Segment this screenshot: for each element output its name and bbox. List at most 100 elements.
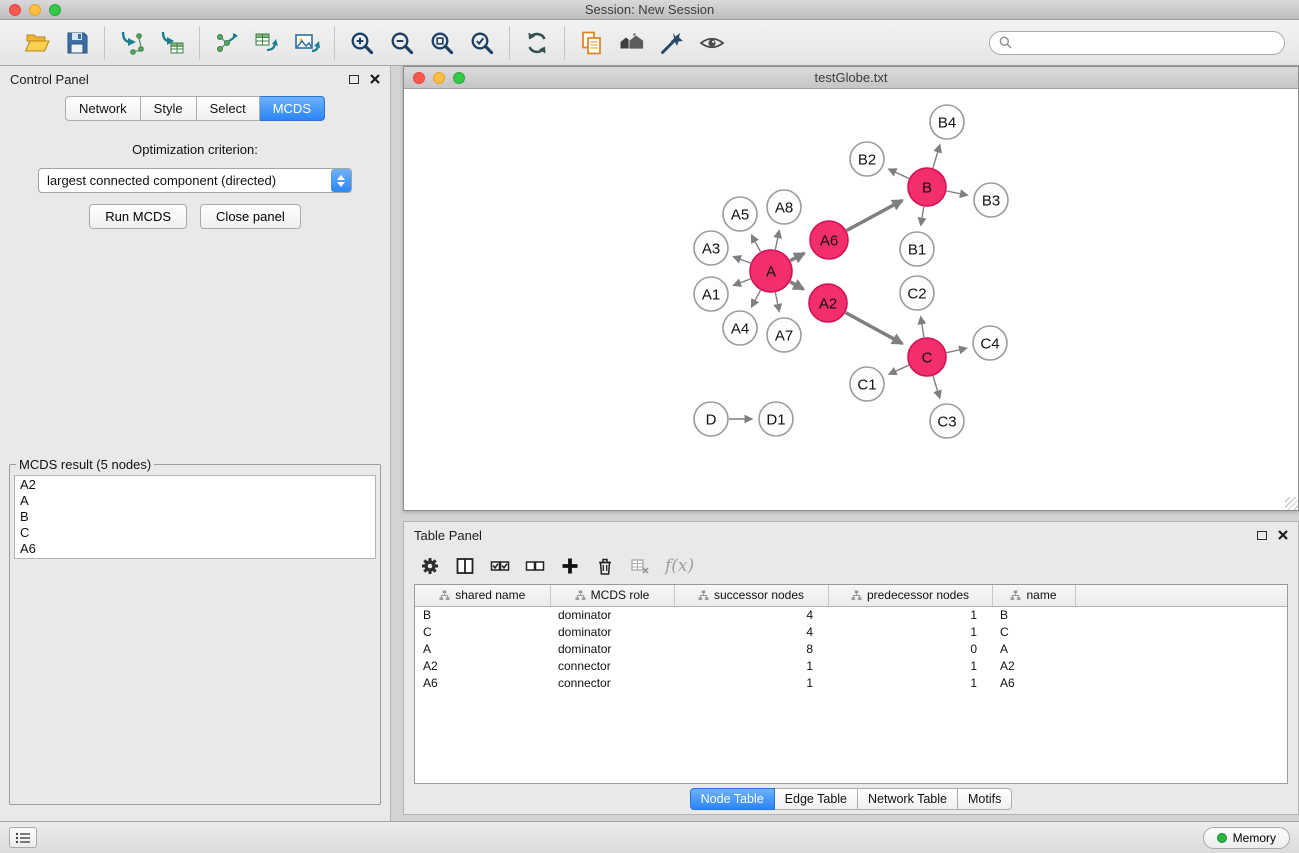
- node-C3[interactable]: C3: [930, 404, 964, 438]
- save-session-button[interactable]: [61, 27, 93, 59]
- table-cell[interactable]: 1: [828, 606, 992, 623]
- node-C[interactable]: C: [908, 338, 946, 376]
- edge-A-A7[interactable]: [775, 293, 779, 312]
- table-cell[interactable]: A6: [992, 674, 1075, 691]
- edge-B-B1[interactable]: [921, 207, 924, 226]
- edge-A-A2[interactable]: [790, 282, 803, 290]
- table-cell[interactable]: 1: [674, 674, 828, 691]
- column-visibility-button[interactable]: [455, 556, 475, 576]
- zoom-fit-button[interactable]: [426, 27, 458, 59]
- table-cell[interactable]: 1: [828, 623, 992, 640]
- deselect-all-button[interactable]: [525, 556, 545, 576]
- node-C4[interactable]: C4: [973, 326, 1007, 360]
- float-table-panel-icon[interactable]: [1257, 531, 1267, 540]
- tab-motifs[interactable]: Motifs: [958, 788, 1012, 810]
- result-item[interactable]: A: [20, 493, 370, 509]
- column-header-shared-name[interactable]: shared name: [415, 585, 550, 606]
- table-cell[interactable]: connector: [550, 674, 674, 691]
- optimization-criterion-dropdown[interactable]: largest connected component (directed): [38, 168, 352, 193]
- table-cell[interactable]: A: [992, 640, 1075, 657]
- table-row[interactable]: Adominator80A: [415, 640, 1287, 657]
- table-cell[interactable]: A6: [415, 674, 550, 691]
- edge-A-A8[interactable]: [775, 231, 779, 250]
- mcds-result-list[interactable]: A2ABCA6: [14, 475, 376, 559]
- edge-C-C3[interactable]: [933, 376, 940, 398]
- minimize-window-icon[interactable]: [29, 4, 41, 16]
- zoom-network-icon[interactable]: [453, 72, 465, 84]
- node-D1[interactable]: D1: [759, 402, 793, 436]
- table-cell[interactable]: A2: [992, 657, 1075, 674]
- edge-A-A4[interactable]: [752, 290, 761, 307]
- node-C1[interactable]: C1: [850, 367, 884, 401]
- table-cell[interactable]: dominator: [550, 623, 674, 640]
- add-row-button[interactable]: [560, 556, 580, 576]
- table-row[interactable]: A6connector11A6: [415, 674, 1287, 691]
- edge-C-C1[interactable]: [889, 365, 909, 374]
- edge-C-C2[interactable]: [921, 317, 924, 338]
- export-table-button[interactable]: [251, 27, 283, 59]
- table-cell[interactable]: C: [992, 623, 1075, 640]
- node-B1[interactable]: B1: [900, 232, 934, 266]
- open-session-button[interactable]: [21, 27, 53, 59]
- table-settings-button[interactable]: [420, 556, 440, 576]
- select-all-button[interactable]: [490, 556, 510, 576]
- minimize-network-icon[interactable]: [433, 72, 445, 84]
- tab-network[interactable]: Network: [65, 96, 141, 121]
- function-builder-label[interactable]: f(x): [665, 556, 694, 576]
- node-A1[interactable]: A1: [694, 277, 728, 311]
- tab-network-table[interactable]: Network Table: [858, 788, 958, 810]
- table-cell[interactable]: A: [415, 640, 550, 657]
- close-table-panel-icon[interactable]: [1278, 530, 1288, 540]
- column-header-name[interactable]: name: [992, 585, 1075, 606]
- search-input[interactable]: [1018, 36, 1275, 50]
- export-image-button[interactable]: [291, 27, 323, 59]
- network-graph[interactable]: B4B2BB3A5A8A6B1A3AC2A1A2A4A7C4CC1C3DD1: [404, 89, 1298, 510]
- result-item[interactable]: B: [20, 509, 370, 525]
- node-B3[interactable]: B3: [974, 183, 1008, 217]
- node-A5[interactable]: A5: [723, 197, 757, 231]
- zoom-window-icon[interactable]: [49, 4, 61, 16]
- zoom-out-button[interactable]: [386, 27, 418, 59]
- float-panel-icon[interactable]: [349, 75, 359, 84]
- node-A3[interactable]: A3: [694, 231, 728, 265]
- zoom-selected-button[interactable]: [466, 27, 498, 59]
- clear-table-button[interactable]: [630, 556, 650, 576]
- edge-A6-B[interactable]: [847, 200, 903, 230]
- table-cell[interactable]: C: [415, 623, 550, 640]
- table-row[interactable]: A2connector11A2: [415, 657, 1287, 674]
- edge-A-A3[interactable]: [733, 257, 750, 264]
- search-box[interactable]: [989, 31, 1285, 55]
- table-cell[interactable]: dominator: [550, 606, 674, 623]
- node-A4[interactable]: A4: [723, 311, 757, 345]
- node-A2[interactable]: A2: [809, 284, 847, 322]
- edge-A-A6[interactable]: [790, 253, 804, 260]
- export-network-button[interactable]: [211, 27, 243, 59]
- table-cell[interactable]: 4: [674, 606, 828, 623]
- result-item[interactable]: C: [20, 525, 370, 541]
- network-canvas[interactable]: B4B2BB3A5A8A6B1A3AC2A1A2A4A7C4CC1C3DD1: [404, 89, 1298, 510]
- table-cell[interactable]: B: [992, 606, 1075, 623]
- import-network-button[interactable]: [116, 27, 148, 59]
- node-A8[interactable]: A8: [767, 190, 801, 224]
- table-cell[interactable]: A2: [415, 657, 550, 674]
- table-cell[interactable]: 1: [828, 657, 992, 674]
- table-cell[interactable]: 1: [674, 657, 828, 674]
- column-header-successor-nodes[interactable]: successor nodes: [674, 585, 828, 606]
- show-panels-button[interactable]: [9, 827, 37, 848]
- memory-button[interactable]: Memory: [1203, 827, 1290, 849]
- table-cell[interactable]: connector: [550, 657, 674, 674]
- tab-mcds[interactable]: MCDS: [260, 96, 325, 121]
- edge-A2-C[interactable]: [846, 313, 903, 344]
- close-window-icon[interactable]: [9, 4, 21, 16]
- tab-node-table[interactable]: Node Table: [690, 788, 775, 810]
- node-A7[interactable]: A7: [767, 318, 801, 352]
- edge-B-B3[interactable]: [947, 191, 968, 195]
- table-cell[interactable]: dominator: [550, 640, 674, 657]
- run-mcds-button[interactable]: Run MCDS: [89, 204, 187, 229]
- table-cell[interactable]: 4: [674, 623, 828, 640]
- result-item[interactable]: A2: [20, 477, 370, 493]
- node-B2[interactable]: B2: [850, 142, 884, 176]
- home-button[interactable]: [616, 27, 648, 59]
- zoom-in-button[interactable]: [346, 27, 378, 59]
- table-cell[interactable]: B: [415, 606, 550, 623]
